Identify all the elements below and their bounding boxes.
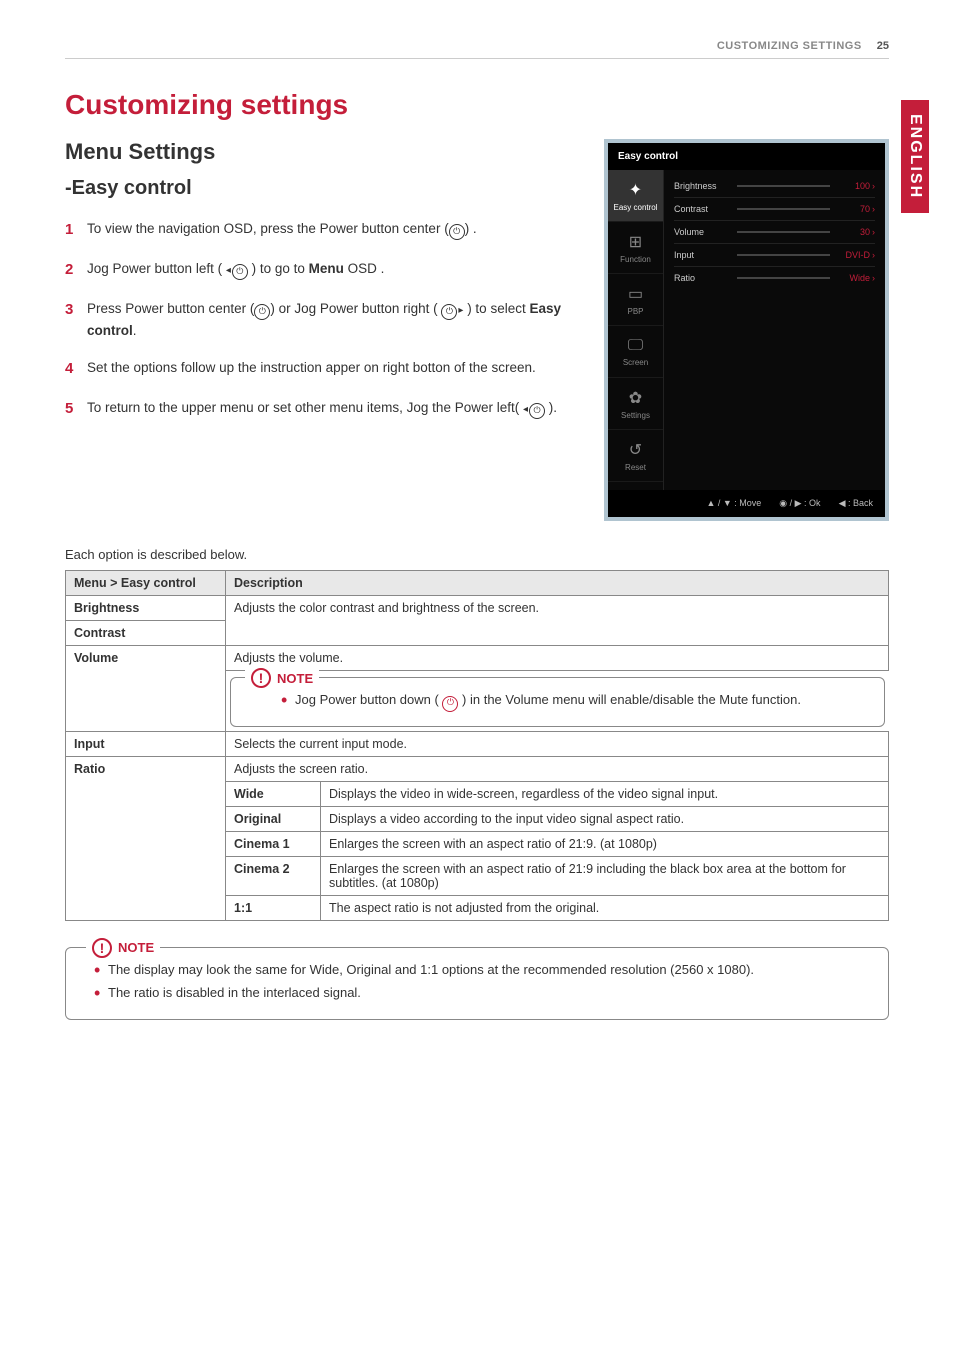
osd-side-settings: ✿Settings	[608, 378, 663, 430]
chevron-right-icon: ›	[872, 181, 875, 191]
description-table: Menu > Easy control Description Brightne…	[65, 570, 889, 921]
power-icon	[232, 264, 248, 280]
page-title: Customizing settings	[65, 89, 889, 121]
osd-row-brightness: Brightness100›	[664, 176, 885, 196]
row-input-desc: Selects the current input mode.	[226, 731, 889, 756]
osd-row-contrast: Contrast70›	[664, 199, 885, 219]
easy-control-heading: -Easy control	[65, 177, 584, 200]
ratio-cinema2-desc: Enlarges the screen with an aspect ratio…	[321, 856, 889, 895]
row-brightness-contrast-desc: Adjusts the color contrast and brightnes…	[226, 596, 889, 646]
screen-icon: 🖵	[628, 337, 643, 355]
ratio-11-desc: The aspect ratio is not adjusted from th…	[321, 895, 889, 920]
osd-side-reset: ↺Reset	[608, 430, 663, 482]
note-label: !NOTE	[86, 938, 160, 958]
step-1: 1 To view the navigation OSD, press the …	[65, 218, 584, 242]
sliders-icon: ✦	[629, 180, 642, 200]
volume-note-text: Jog Power button down ( ) in the Volume …	[281, 690, 868, 710]
ratio-11-label: 1:1	[226, 895, 321, 920]
language-tab: ENGLISH	[901, 100, 929, 213]
header-page-number: 25	[877, 40, 889, 52]
row-ratio-label: Ratio	[66, 756, 226, 920]
row-volume-label: Volume	[66, 646, 226, 732]
osd-side-function: ⊞Function	[608, 222, 663, 274]
ratio-original-desc: Displays a video according to the input …	[321, 806, 889, 831]
step-4: 4 Set the options follow up the instruct…	[65, 357, 584, 381]
ratio-cinema2-label: Cinema 2	[226, 856, 321, 895]
power-icon	[254, 304, 270, 320]
osd-row-ratio: RatioWide›	[664, 268, 885, 288]
osd-hint-ok: ◉ / ▶ : Ok	[779, 498, 820, 509]
instruction-list: 1 To view the navigation OSD, press the …	[65, 218, 584, 421]
grid-icon: ⊞	[629, 232, 642, 252]
power-icon	[529, 403, 545, 419]
jog-left-icon	[523, 400, 545, 415]
reset-icon: ↺	[629, 440, 642, 460]
row-ratio-desc: Adjusts the screen ratio.	[226, 756, 889, 781]
chevron-right-icon: ›	[872, 227, 875, 237]
osd-sidebar: ✦Easy control ⊞Function ▭PBP 🖵Screen ✿Se…	[608, 170, 664, 490]
info-icon: !	[251, 668, 271, 688]
ratio-wide-desc: Displays the video in wide-screen, regar…	[321, 781, 889, 806]
ratio-original-label: Original	[226, 806, 321, 831]
table-intro: Each option is described below.	[65, 547, 889, 562]
note-label: !NOTE	[245, 668, 319, 688]
info-icon: !	[92, 938, 112, 958]
chevron-right-icon: ›	[872, 273, 875, 283]
page-header: CUSTOMIZING SETTINGS 25	[65, 40, 889, 59]
chevron-right-icon: ›	[872, 250, 875, 260]
header-section: CUSTOMIZING SETTINGS	[717, 40, 862, 52]
osd-main-panel: Brightness100› Contrast70› Volume30› Inp…	[664, 170, 885, 490]
bottom-note-box: !NOTE The display may look the same for …	[65, 947, 889, 1020]
osd-side-easy-control: ✦Easy control	[608, 170, 663, 222]
ratio-wide-label: Wide	[226, 781, 321, 806]
table-header-description: Description	[226, 571, 889, 596]
jog-right-icon	[441, 301, 463, 316]
power-down-icon	[442, 696, 458, 712]
jog-left-icon	[226, 261, 248, 276]
osd-side-screen: 🖵Screen	[608, 326, 663, 378]
osd-screenshot: Easy control ✦Easy control ⊞Function ▭PB…	[604, 139, 889, 521]
table-header-menu: Menu > Easy control	[66, 571, 226, 596]
power-icon	[441, 304, 457, 320]
ratio-cinema1-label: Cinema 1	[226, 831, 321, 856]
osd-title: Easy control	[608, 143, 885, 170]
row-volume-desc: Adjusts the volume.	[226, 646, 889, 671]
row-input-label: Input	[66, 731, 226, 756]
chevron-right-icon: ›	[872, 204, 875, 214]
osd-hint-move: ▲ / ▼ : Move	[706, 498, 761, 509]
osd-hint-back: ◀ : Back	[839, 498, 873, 509]
step-2: 2 Jog Power button left ( ) to go to Men…	[65, 258, 584, 282]
volume-note-box: !NOTE Jog Power button down ( ) in the V…	[230, 677, 885, 727]
ratio-cinema1-desc: Enlarges the screen with an aspect ratio…	[321, 831, 889, 856]
osd-footer: ▲ / ▼ : Move ◉ / ▶ : Ok ◀ : Back	[608, 490, 885, 517]
osd-side-pbp: ▭PBP	[608, 274, 663, 326]
row-contrast-label: Contrast	[66, 621, 226, 646]
gear-icon: ✿	[629, 388, 642, 408]
pbp-icon: ▭	[628, 284, 643, 304]
power-icon	[449, 224, 465, 240]
menu-settings-heading: Menu Settings	[65, 139, 584, 165]
osd-row-volume: Volume30›	[664, 222, 885, 242]
bottom-note-item-2: The ratio is disabled in the interlaced …	[94, 983, 872, 1003]
osd-row-input: InputDVI-D›	[664, 245, 885, 265]
row-brightness-label: Brightness	[66, 596, 226, 621]
step-5: 5 To return to the upper menu or set oth…	[65, 397, 584, 421]
bottom-note-item-1: The display may look the same for Wide, …	[94, 960, 872, 980]
step-3: 3 Press Power button center () or Jog Po…	[65, 298, 584, 341]
